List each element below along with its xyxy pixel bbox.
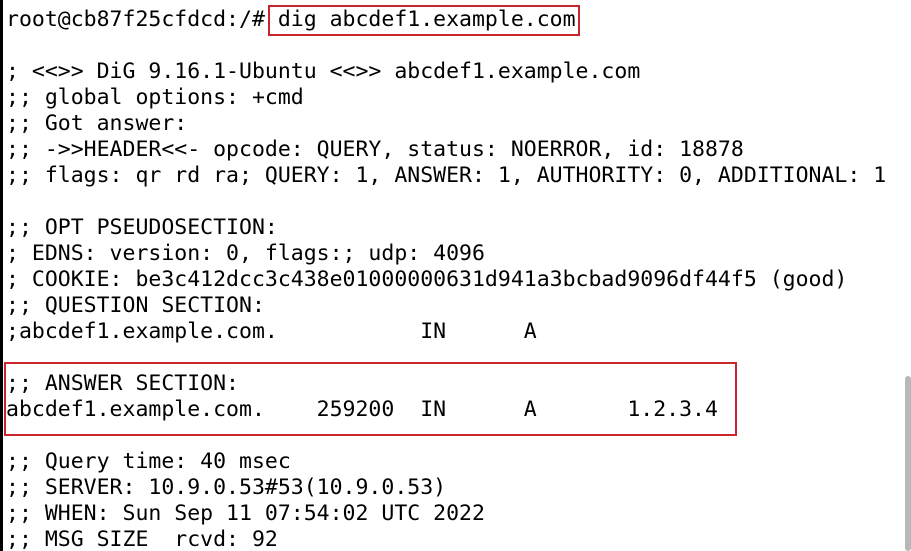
- output-line: ;; WHEN: Sun Sep 11 07:54:02 UTC 2022: [6, 501, 485, 526]
- output-line: ;abcdef1.example.com. IN A: [6, 319, 537, 344]
- scrollbar-thumb[interactable]: [905, 376, 911, 551]
- output-line: ;; flags: qr rd ra; QUERY: 1, ANSWER: 1,…: [6, 163, 887, 188]
- output-line: ; EDNS: version: 0, flags:; udp: 4096: [6, 241, 485, 266]
- output-line: ;; MSG SIZE rcvd: 92: [6, 527, 278, 551]
- window-border: [0, 0, 3, 551]
- output-line: ;; ->>HEADER<<- opcode: QUERY, status: N…: [6, 137, 744, 162]
- command-highlight-box: [268, 5, 580, 36]
- output-line: ;; global options: +cmd: [6, 85, 304, 110]
- output-line: ; <<>> DiG 9.16.1-Ubuntu <<>> abcdef1.ex…: [6, 59, 641, 84]
- answer-section-highlight-box: [4, 362, 737, 436]
- output-line: ;; Query time: 40 msec: [6, 449, 291, 474]
- output-line: ;; Got answer:: [6, 111, 188, 136]
- shell-prompt: root@cb87f25cfdcd:/#: [6, 7, 278, 32]
- terminal-window[interactable]: root@cb87f25cfdcd:/# dig abcdef1.example…: [0, 0, 911, 551]
- output-line: ;; QUESTION SECTION:: [6, 293, 265, 318]
- output-line: ;; OPT PSEUDOSECTION:: [6, 215, 278, 240]
- output-line: ;; SERVER: 10.9.0.53#53(10.9.0.53): [6, 475, 447, 500]
- output-line: ; COOKIE: be3c412dcc3c438e01000000631d94…: [6, 267, 848, 292]
